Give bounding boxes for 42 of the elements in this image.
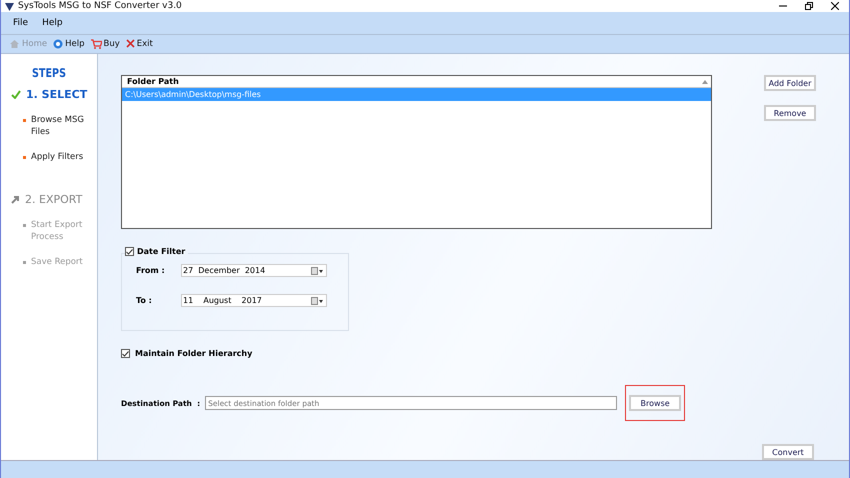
checkbox[interactable]: [121, 349, 130, 358]
window-title: SysTools MSG to NSF Converter v3.0: [18, 1, 182, 12]
bullet-icon: [23, 261, 26, 264]
sort-icon: [702, 80, 708, 84]
restore-icon[interactable]: [805, 2, 813, 10]
toolbar-button[interactable]: Help: [53, 38, 84, 49]
checkbox-label: Maintain Folder Hierarchy: [135, 349, 252, 358]
step-label: 1. SELECT: [26, 88, 88, 102]
convert-button[interactable]: Convert: [762, 444, 814, 460]
side-button[interactable]: Remove: [764, 105, 816, 122]
step-item: Browse MSG Files: [31, 114, 85, 138]
toolbar-button[interactable]: Buy: [90, 38, 120, 49]
cart-icon: [90, 38, 102, 49]
side-button[interactable]: Add Folder: [764, 75, 816, 92]
bullet-icon: [23, 224, 26, 228]
bullet-icon: [23, 156, 26, 160]
field-label: To :: [136, 296, 153, 306]
close-icon: [126, 39, 135, 48]
close-icon[interactable]: [831, 2, 839, 10]
step-item: Apply Filters: [31, 151, 84, 164]
date-field[interactable]: 27 December 2014: [181, 264, 327, 278]
app-logo-icon: [5, 2, 14, 11]
help-icon: [53, 38, 64, 49]
step-item: Save Report: [31, 256, 83, 268]
checkbox-label: Date Filter: [137, 247, 186, 256]
calendar-dropdown-icon[interactable]: [311, 296, 323, 305]
folder-list[interactable]: Folder Path C:\Users\admin\Desktop\msg-files: [121, 75, 712, 230]
field-label: From :: [136, 266, 166, 276]
browse-button[interactable]: Browse: [629, 395, 682, 412]
step-item: Start Export Process: [31, 219, 84, 244]
toolbar-button[interactable]: Exit: [126, 38, 153, 49]
step-label: 2. EXPORT: [25, 193, 82, 206]
home-icon: [9, 38, 20, 49]
menu-item[interactable]: Help: [42, 18, 63, 28]
bullet-icon: [23, 119, 26, 122]
check-icon: [11, 90, 21, 100]
date-field[interactable]: 11 August 2017: [181, 294, 327, 308]
calendar-dropdown-icon[interactable]: [311, 266, 323, 275]
checkbox[interactable]: [125, 247, 134, 256]
menu-item[interactable]: File: [13, 18, 28, 28]
steps-title: STEPS: [31, 66, 67, 80]
arrow-icon: [11, 195, 20, 204]
